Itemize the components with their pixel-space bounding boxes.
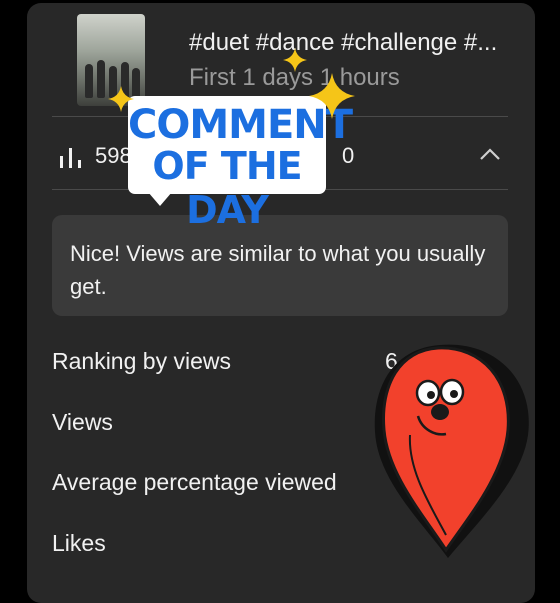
video-title[interactable]: #duet #dance #challenge #...	[189, 29, 529, 57]
bar-chart-icon	[60, 148, 81, 168]
map-pin-mascot-icon	[374, 344, 529, 558]
sparkle-icon	[108, 86, 134, 112]
sticker-line-1: COMMENT	[128, 102, 353, 148]
metric-ranking-label[interactable]: Ranking by views	[52, 348, 231, 375]
sticker-line-2: OF THE DAY	[152, 144, 302, 232]
metric-views-label: Views	[52, 409, 113, 435]
comment-of-the-day-sticker: COMMENT OF THE DAY	[128, 96, 353, 232]
views-count: 598	[95, 143, 132, 168]
thumbnail-figure	[97, 60, 105, 98]
sparkle-icon	[309, 73, 355, 119]
sparkle-icon	[283, 48, 307, 72]
metric-likes-label: Likes	[52, 530, 106, 556]
insight-message: Nice! Views are similar to what you usua…	[70, 241, 486, 299]
sticker-tail	[148, 192, 172, 206]
thumbnail-figure	[85, 64, 93, 98]
chevron-up-icon[interactable]	[479, 147, 501, 161]
metric-avg-viewed-label: Average percentage viewed	[52, 469, 337, 495]
